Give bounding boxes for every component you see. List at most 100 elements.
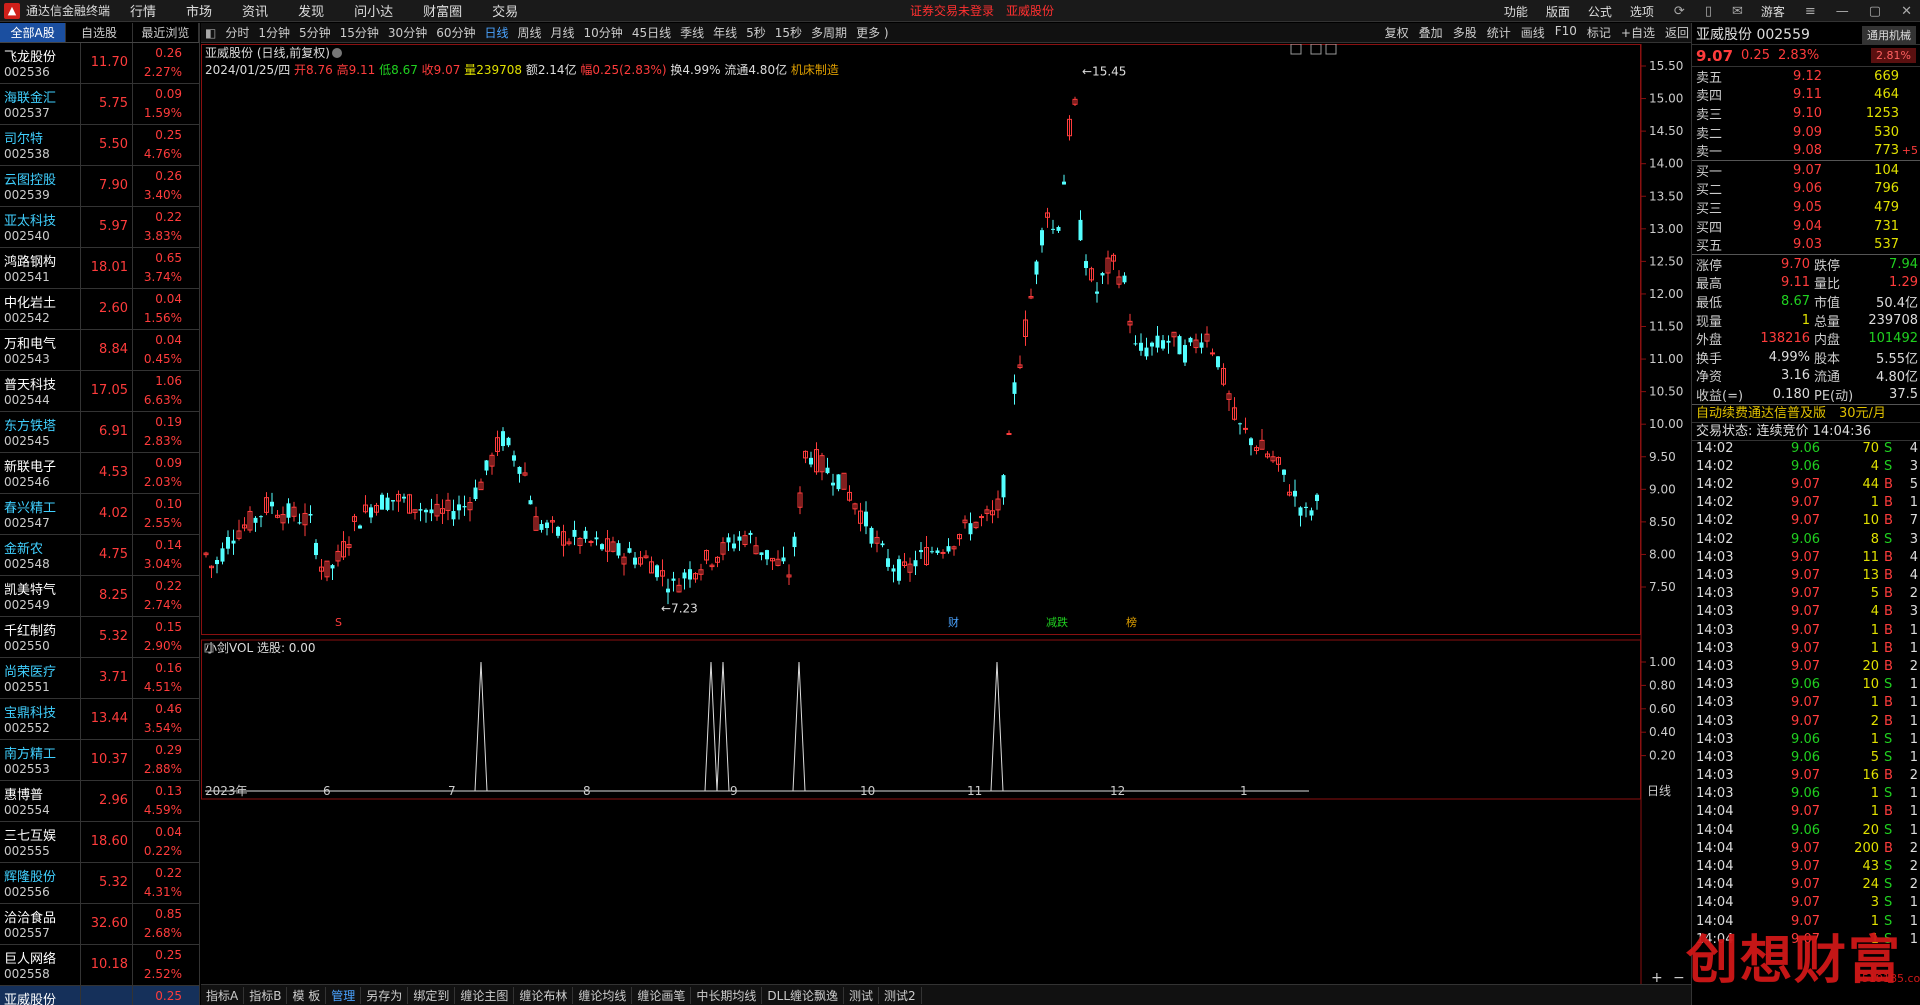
indicator-tab-8[interactable]: 缠论均线 (573, 986, 633, 1004)
chart-tool-3[interactable]: 统计 (1487, 24, 1511, 41)
indicator-tab-13[interactable]: 测试2 (879, 986, 922, 1004)
stock-row[interactable]: 司尔特 002538 5.50 0.25 4.76% (0, 125, 199, 166)
period-tab-9[interactable]: 10分钟 (584, 24, 623, 41)
period-tab-4[interactable]: 30分钟 (388, 24, 427, 41)
ask-row[interactable]: 卖二 9.09 530 (1692, 123, 1920, 142)
toggle-panel-icon[interactable]: ◧ (205, 26, 216, 40)
indicator-tab-10[interactable]: 中长期均线 (691, 986, 763, 1004)
stock-row[interactable]: 春兴精工 002547 4.02 0.10 2.55% (0, 494, 199, 535)
settings-icon[interactable] (332, 48, 342, 58)
menu-icon[interactable]: ≡ (1805, 4, 1816, 19)
stock-row[interactable]: 巨人网络 002558 10.18 0.25 2.52% (0, 945, 199, 986)
period-tab-10[interactable]: 45日线 (632, 24, 671, 41)
bid-row[interactable]: 买三 9.05 479 (1692, 198, 1920, 217)
period-tab-0[interactable]: 分时 (225, 24, 249, 41)
stock-row[interactable]: 东方铁塔 002545 6.91 0.19 2.83% (0, 412, 199, 453)
close-icon[interactable]: ✕ (1901, 4, 1912, 19)
stock-row[interactable]: 万和电气 002543 8.84 0.04 0.45% (0, 330, 199, 371)
stock-row[interactable]: 尚荣医疗 002551 3.71 0.16 4.51% (0, 658, 199, 699)
stock-row[interactable]: 南方精工 002553 10.37 0.29 2.88% (0, 740, 199, 781)
close-chart-icon[interactable] (1325, 44, 1337, 55)
period-tab-15[interactable]: 多周期 (811, 24, 847, 41)
phone-icon[interactable]: ▯ (1705, 4, 1712, 19)
chart-tool-0[interactable]: 复权 (1385, 24, 1409, 41)
period-tab-1[interactable]: 1分钟 (258, 24, 290, 41)
event-marker[interactable]: 减跌 (1046, 615, 1068, 629)
stock-row[interactable]: 千红制药 002550 5.32 0.15 2.90% (0, 617, 199, 658)
stock-row[interactable]: 普天科技 002544 17.05 1.06 6.63% (0, 371, 199, 412)
event-marker[interactable]: 财 (948, 615, 959, 629)
indicator-tab-7[interactable]: 缠论布林 (514, 986, 574, 1004)
promo-banner[interactable]: 自动续费通达信普及版 30元/月 (1692, 405, 1920, 423)
title-tool-3[interactable]: 选项 (1630, 3, 1654, 20)
mail-icon[interactable]: ✉ (1732, 4, 1743, 19)
chart-tool-6[interactable]: 标记 (1587, 24, 1611, 41)
menu-item-6[interactable]: 交易 (492, 1, 518, 20)
kline-chart-svg[interactable]: 亚威股份 (日线,前复权) 2024/01/25/四 开8.76 高9.11 低8… (201, 44, 1691, 984)
title-tool-0[interactable]: 功能 (1504, 3, 1528, 20)
event-marker[interactable]: 榜 (1126, 615, 1137, 629)
stock-row[interactable]: 宝鼎科技 002552 13.44 0.46 3.54% (0, 699, 199, 740)
indicator-tab-5[interactable]: 绑定到 (408, 986, 456, 1004)
sector-button[interactable]: 通用机械 (1862, 26, 1916, 44)
notice-item-0[interactable]: 证券交易未登录 (910, 4, 994, 18)
stock-row[interactable]: 亚太科技 002540 5.97 0.22 3.83% (0, 207, 199, 248)
period-tab-8[interactable]: 月线 (551, 24, 575, 41)
chart-tool-4[interactable]: 画线 (1521, 24, 1545, 41)
stock-row[interactable]: 金新农 002548 4.75 0.14 3.04% (0, 535, 199, 576)
indicator-tab-3[interactable]: 管理 (326, 986, 362, 1004)
stock-row[interactable]: 新联电子 002546 4.53 0.09 2.03% (0, 453, 199, 494)
menu-item-3[interactable]: 发现 (298, 1, 324, 20)
chart-tool-7[interactable]: +自选 (1621, 24, 1655, 41)
ask-row[interactable]: 卖一 9.08 773 +5 (1692, 141, 1920, 160)
stock-list-tab-2[interactable]: 最近浏览 (133, 23, 199, 42)
stock-row[interactable]: 惠博普 002554 2.96 0.13 4.59% (0, 781, 199, 822)
indicator-tab-12[interactable]: 测试 (844, 986, 880, 1004)
bid-row[interactable]: 买五 9.03 537 (1692, 235, 1920, 254)
indicator-tab-0[interactable]: 指标A (201, 986, 245, 1004)
period-tab-3[interactable]: 15分钟 (340, 24, 379, 41)
menu-item-5[interactable]: 财富圈 (423, 1, 462, 20)
bid-row[interactable]: 买二 9.06 796 (1692, 180, 1920, 198)
period-tab-12[interactable]: 年线 (713, 24, 737, 41)
minimize-icon[interactable]: — (1836, 4, 1849, 19)
notice-item-1[interactable]: 亚威股份 (1006, 4, 1054, 18)
stock-list-tab-0[interactable]: 全部A股 (0, 23, 67, 42)
kline-chart[interactable]: 亚威股份 (日线,前复权) 2024/01/25/四 开8.76 高9.11 低8… (201, 44, 1691, 984)
title-tool-1[interactable]: 版面 (1546, 3, 1570, 20)
menu-item-1[interactable]: 市场 (186, 1, 212, 20)
window-icon[interactable] (1310, 44, 1322, 55)
menu-item-2[interactable]: 资讯 (242, 1, 268, 20)
grid-icon[interactable] (1290, 44, 1302, 55)
chart-tool-1[interactable]: 叠加 (1419, 24, 1443, 41)
period-tab-11[interactable]: 季线 (680, 24, 704, 41)
guest-label[interactable]: 游客 (1761, 3, 1785, 20)
login-notice[interactable]: 证券交易未登录 亚威股份 (910, 2, 1066, 19)
stock-row[interactable]: 洽洽食品 002557 32.60 0.85 2.68% (0, 904, 199, 945)
stock-row[interactable]: 云图控股 002539 7.90 0.26 3.40% (0, 166, 199, 207)
menu-item-0[interactable]: 行情 (130, 1, 156, 20)
period-tab-7[interactable]: 周线 (518, 24, 542, 41)
title-tool-2[interactable]: 公式 (1588, 3, 1612, 20)
zoom-out-icon[interactable]: − (1673, 970, 1685, 984)
period-tab-2[interactable]: 5分钟 (299, 24, 331, 41)
stock-row[interactable]: 海联金汇 002537 5.75 0.09 1.59% (0, 84, 199, 125)
stock-row[interactable]: 鸿路钢构 002541 18.01 0.65 3.74% (0, 248, 199, 289)
chart-tool-5[interactable]: F10 (1555, 24, 1577, 41)
indicator-tab-4[interactable]: 另存为 (361, 986, 409, 1004)
indicator-tab-11[interactable]: DLL缠论飘逸 (762, 986, 845, 1004)
refresh-icon[interactable]: ⟳ (1674, 4, 1685, 19)
bid-row[interactable]: 买一 9.07 104 (1692, 161, 1920, 180)
chart-tool-8[interactable]: 返回 (1665, 24, 1689, 41)
stock-row[interactable]: 三七互娱 002555 18.60 0.04 0.22% (0, 822, 199, 863)
stock-list-tab-1[interactable]: 自选股 (66, 23, 133, 42)
stock-row[interactable]: 凯美特气 002549 8.25 0.22 2.74% (0, 576, 199, 617)
period-tab-13[interactable]: 5秒 (746, 24, 766, 41)
ask-row[interactable]: 卖五 9.12 669 (1692, 67, 1920, 86)
maximize-icon[interactable]: ▢ (1869, 4, 1881, 19)
stock-row[interactable]: 飞龙股份 002536 11.70 0.26 2.27% (0, 43, 199, 84)
indicator-tab-2[interactable]: 模 板 (287, 986, 327, 1004)
period-tab-6[interactable]: 日线 (484, 24, 508, 41)
period-tab-16[interactable]: 更多 ) (856, 24, 889, 41)
stock-row[interactable]: 辉隆股份 002556 5.32 0.22 4.31% (0, 863, 199, 904)
